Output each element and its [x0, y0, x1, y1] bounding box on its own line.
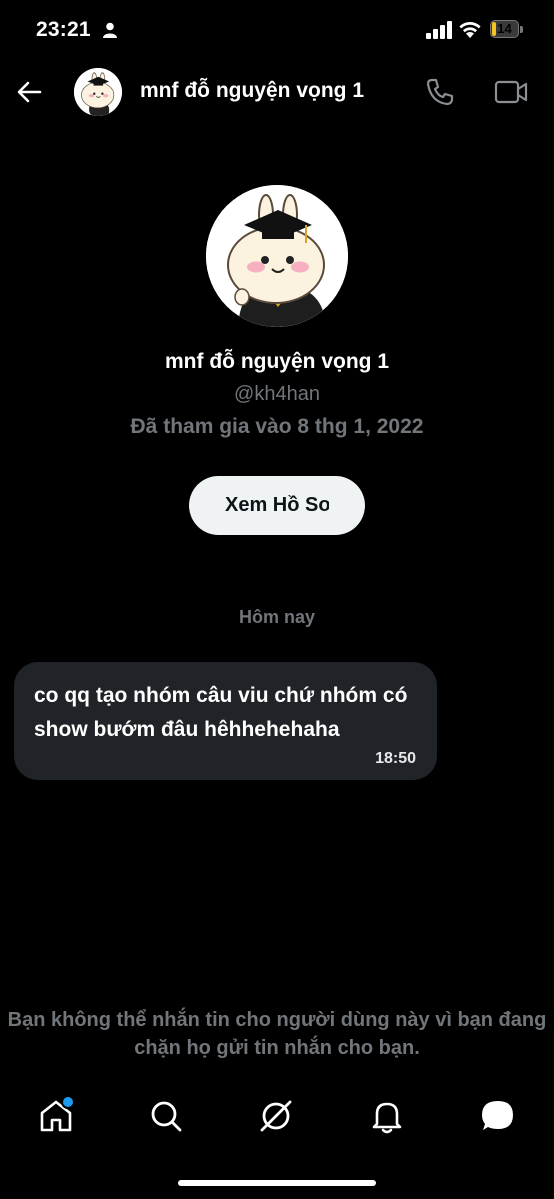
date-separator: Hôm nay [238, 607, 316, 627]
phone-icon[interactable] [424, 76, 456, 108]
video-camera-icon[interactable] [493, 76, 529, 108]
header-avatar[interactable] [74, 68, 122, 116]
bell-icon [372, 1102, 402, 1134]
profile-avatar[interactable] [206, 185, 348, 327]
search-icon [151, 1101, 182, 1132]
view-profile-label: Xem Hồ Sơ [225, 494, 329, 516]
message-text: co qq tạo nhóm câu viu chứ nhóm có show … [34, 684, 408, 741]
nav-home[interactable] [36, 1095, 76, 1136]
nav-messages[interactable] [478, 1096, 518, 1136]
home-indicator [178, 1180, 376, 1186]
profile-handle: @kh4han [234, 383, 320, 405]
nav-notifications[interactable] [367, 1096, 407, 1136]
view-profile-button[interactable]: Xem Hồ Sơ [189, 476, 365, 535]
header-display-name[interactable]: mnf đỗ nguyện vọng 1 [140, 79, 364, 103]
profile-display-name: mnf đỗ nguyện vọng 1 [165, 350, 389, 373]
battery-level: 14 [497, 21, 512, 36]
grok-icon [260, 1100, 292, 1132]
message-timestamp: 18:50 [375, 750, 416, 767]
profile-joined-date: Đã tham gia vào 8 thg 1, 2022 [130, 415, 424, 438]
battery-indicator: 14 [490, 20, 524, 40]
blocked-notice: Bạn không thể nhắn tin cho người dùng nà… [7, 1009, 547, 1059]
notification-dot [61, 1095, 75, 1109]
message-bubble[interactable]: co qq tạo nhóm câu viu chứ nhóm có show … [14, 662, 437, 780]
wifi-icon [459, 22, 481, 38]
nav-grok[interactable] [256, 1096, 296, 1136]
back-arrow-icon[interactable] [14, 76, 46, 108]
messages-icon [482, 1101, 513, 1130]
cellular-signal-icon [426, 21, 452, 39]
person-icon [103, 22, 117, 38]
status-time: 23:21 [36, 18, 91, 41]
nav-search[interactable] [146, 1096, 186, 1136]
